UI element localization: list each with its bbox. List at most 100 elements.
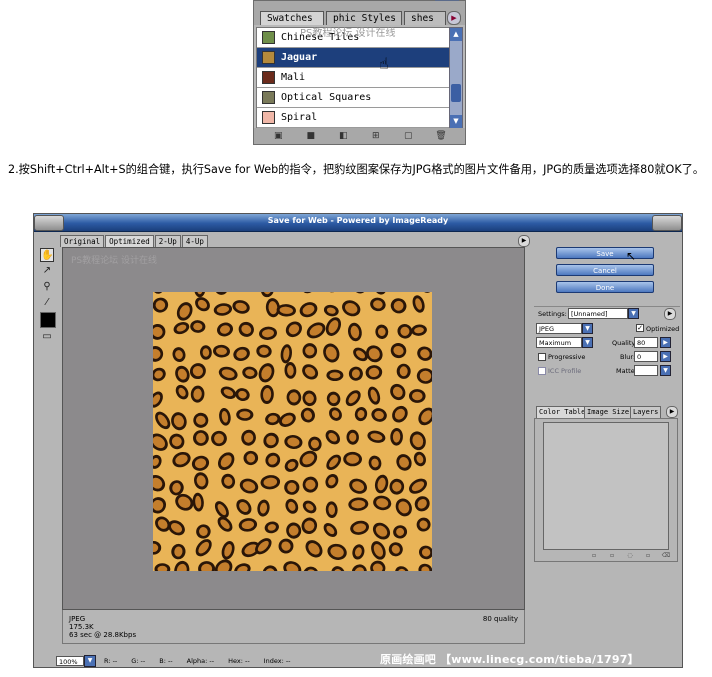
swatch-label: Spiral: [281, 112, 318, 123]
icc-profile-checkbox[interactable]: [538, 367, 546, 375]
progressive-checkbox[interactable]: [538, 353, 546, 361]
swatches-panel-tabs: Swatches phic Styles shes ▶: [254, 1, 465, 25]
matte-dropdown-icon[interactable]: ▼: [660, 365, 671, 376]
swatch-list-scrollbar[interactable]: ▲ ▼: [449, 27, 463, 129]
swatch-list-item[interactable]: Mali: [257, 68, 449, 88]
info-size: 175.3K: [69, 623, 94, 631]
quality-input[interactable]: 80: [634, 337, 658, 348]
tab-view-4-up[interactable]: 4-Up: [181, 235, 208, 247]
matte-select[interactable]: [634, 365, 658, 376]
status-field: R: --: [104, 657, 118, 665]
swatch-thumbnail: [262, 71, 275, 84]
quality-stepper-icon[interactable]: ▶: [660, 337, 671, 348]
swatches-panel-toolbar: ▣ ■ ◧ ⊞ ▢ 🗑: [254, 128, 465, 144]
eyedropper-tool-icon[interactable]: ⁄: [40, 296, 54, 310]
panel-menu-icon[interactable]: ▶: [447, 11, 461, 25]
format-dropdown-icon[interactable]: ▼: [582, 323, 593, 334]
square-icon[interactable]: ■: [305, 131, 316, 141]
color-table-panel: ▫ ▫ ◌ ▫ ⌫: [534, 418, 678, 562]
toggle-slices-icon[interactable]: ▭: [40, 330, 54, 344]
swatch-list: Chinese Tiles Jaguar Mali Optical Squares Sp…: [256, 27, 450, 131]
tab-image-size[interactable]: Image Size: [584, 406, 633, 418]
zoom-dropdown-icon[interactable]: ▼: [84, 655, 96, 667]
scroll-thumb[interactable]: [451, 84, 461, 102]
swatch-thumbnail: [262, 51, 275, 64]
blur-stepper-icon[interactable]: ▶: [660, 351, 671, 362]
jaguar-pattern-image: [153, 292, 432, 571]
quality-level-select[interactable]: Maximum: [536, 337, 582, 348]
delete-color-icon[interactable]: ⌫: [661, 552, 671, 560]
tab-graphic-styles[interactable]: phic Styles: [326, 11, 402, 25]
tool-strip: ✋ ↗ ⚲ ⁄ ▭: [36, 236, 58, 346]
status-field: B: --: [159, 657, 173, 665]
hand-tool-icon[interactable]: ✋: [40, 248, 54, 262]
swatch-thumbnail: [262, 91, 275, 104]
settings-label: Settings:: [538, 310, 567, 318]
settings-select[interactable]: [Unnamed]: [568, 308, 628, 319]
zoom-level-field[interactable]: 100%: [56, 656, 84, 666]
swatch-label: Mali: [281, 72, 306, 83]
watermark-text: PS教程论坛 设计在线: [300, 28, 396, 39]
info-format: JPEG: [69, 615, 86, 623]
dialog-title: Save for Web - Powered by ImageReady: [267, 216, 449, 225]
swatch-list-item[interactable]: Jaguar: [257, 48, 449, 68]
scroll-up-icon[interactable]: ▲: [450, 28, 462, 41]
status-field: Hex: --: [228, 657, 250, 665]
color-table-menu-icon[interactable]: ▶: [666, 406, 678, 418]
optimization-info: JPEG 175.3K 63 sec @ 28.8Kbps 80 quality: [62, 610, 525, 644]
settings-menu-icon[interactable]: ▶: [664, 308, 676, 320]
swatch-list-item[interactable]: Spiral: [257, 108, 449, 128]
swatch-list-item[interactable]: Optical Squares: [257, 88, 449, 108]
tab-brushes[interactable]: shes: [404, 11, 446, 25]
format-select[interactable]: JPEG: [536, 323, 582, 334]
status-field: Alpha: --: [186, 657, 215, 665]
new-icon[interactable]: ▢: [403, 131, 414, 141]
status-field: G: --: [131, 657, 146, 665]
trash-icon[interactable]: 🗑: [435, 131, 446, 141]
image-preview[interactable]: PS教程论坛 设计在线: [62, 247, 525, 610]
save-for-web-dialog: Save for Web - Powered by ImageReady ✋ ↗…: [33, 213, 683, 668]
status-bar: 100% ▼ R: -- G: -- B: -- Alpha: -- Hex: -- In…: [56, 655, 305, 667]
swatches-panel: Swatches phic Styles shes ▶ Chinese Tile…: [253, 0, 466, 145]
eyedropper-color-swatch[interactable]: [40, 312, 56, 328]
gradient-icon[interactable]: ◧: [338, 131, 349, 141]
quality-level-dropdown-icon[interactable]: ▼: [582, 337, 593, 348]
scroll-down-icon[interactable]: ▼: [450, 115, 462, 128]
tab-view-original[interactable]: Original: [60, 235, 105, 247]
blur-input[interactable]: 0: [634, 351, 658, 362]
shift-web-icon[interactable]: ▫: [589, 552, 599, 560]
view-tabs: Original Optimized 2-Up 4-Up: [60, 235, 209, 247]
progressive-label: Progressive: [548, 353, 586, 361]
dialog-titlebar: Save for Web - Powered by ImageReady: [34, 214, 682, 232]
arrow-cursor-icon: ↖: [626, 249, 637, 263]
tab-swatches[interactable]: Swatches: [260, 11, 324, 25]
preview-watermark: PS教程论坛 设计在线: [71, 256, 158, 266]
lock-color-icon[interactable]: ▫: [607, 552, 617, 560]
tab-layers[interactable]: Layers: [630, 406, 662, 418]
footer-watermark: 原画绘画吧 【www.linecg.com/tieba/1797】: [380, 653, 639, 666]
grid-icon[interactable]: ⊞: [370, 131, 381, 141]
web-snap-icon[interactable]: ◌: [625, 552, 635, 560]
swatch-thumbnail: [262, 111, 275, 124]
rosette-spot: [326, 369, 344, 381]
done-button[interactable]: Done: [556, 281, 654, 293]
info-quality: 80 quality: [482, 615, 518, 623]
swatch-label: Optical Squares: [281, 92, 372, 103]
save-button[interactable]: Save: [556, 247, 654, 259]
tab-color-table[interactable]: Color Table: [536, 406, 589, 418]
slice-select-tool-icon[interactable]: ↗: [40, 264, 54, 278]
tab-view-optimized[interactable]: Optimized: [105, 235, 154, 247]
info-download-time: 63 sec @ 28.8Kbps: [69, 631, 137, 639]
optimization-settings: Settings: [Unnamed] ▼ ▶ JPEG ▼ ✓ Optimiz…: [534, 306, 680, 409]
blur-label: Blur:: [620, 353, 636, 361]
instruction-text: 2.按Shift+Ctrl+Alt+S的组合键，执行Save for Web的指…: [8, 163, 705, 176]
new-color-icon[interactable]: ▫: [643, 552, 653, 560]
swatch-label: Jaguar: [281, 52, 318, 63]
zoom-tool-icon[interactable]: ⚲: [40, 280, 54, 294]
cancel-button[interactable]: Cancel: [556, 264, 654, 276]
settings-dropdown-icon[interactable]: ▼: [628, 308, 639, 319]
preview-menu-icon[interactable]: ▶: [518, 235, 530, 247]
styles-icon[interactable]: ▣: [273, 131, 284, 141]
tab-view-2-up[interactable]: 2-Up: [154, 235, 181, 247]
optimized-checkbox[interactable]: ✓: [636, 324, 644, 332]
